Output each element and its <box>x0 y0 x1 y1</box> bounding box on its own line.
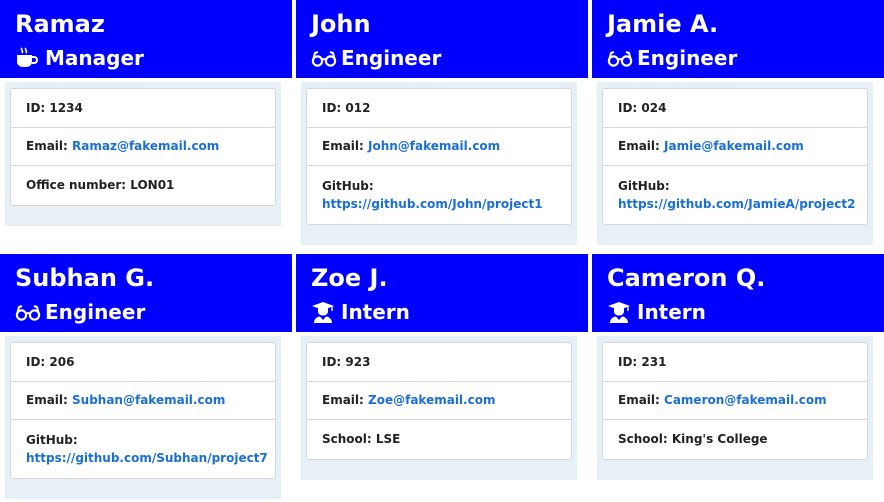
employee-name: Subhan G. <box>15 264 155 292</box>
email-item: Email: Subhan@fakemail.com <box>11 382 275 420</box>
id-item: ID: 024 <box>603 89 867 128</box>
glasses-icon <box>311 47 337 69</box>
email-label: Email: <box>26 393 73 408</box>
employee-role: Engineer <box>607 45 884 71</box>
card-body: ID: 1234 Email: Ramaz@fakemail.com Offic… <box>5 82 281 226</box>
email-item: Email: Zoe@fakemail.com <box>307 382 571 420</box>
card-header: Jamie A. Engineer <box>592 0 884 78</box>
coffee-icon <box>15 47 39 69</box>
employee-role: Intern <box>607 299 884 325</box>
card-header: Cameron Q. Intern <box>592 254 884 332</box>
glasses-icon <box>607 47 633 69</box>
role-label: Engineer <box>341 46 442 70</box>
email-link[interactable]: John@fakemail.com <box>368 139 500 153</box>
employee-card: John Engineer ID: 012 Email: John@fakema… <box>296 0 588 250</box>
card-body: ID: 024 Email: Jamie@fakemail.com GitHub… <box>597 82 873 245</box>
github-item: GitHub: https://github.com/Subhan/projec… <box>11 420 275 478</box>
github-link[interactable]: https://github.com/Subhan/project7 <box>26 451 268 465</box>
employee-card: Ramaz Manager ID: 1234 Email: Ramaz@fake… <box>0 0 292 250</box>
email-item: Email: Ramaz@fakemail.com <box>11 128 275 166</box>
info-list: ID: 231 Email: Cameron@fakemail.com Scho… <box>602 342 868 460</box>
github-link[interactable]: https://github.com/JamieA/project2 <box>618 197 855 211</box>
email-label: Email: <box>618 139 665 154</box>
employee-name: John <box>311 10 371 38</box>
id-item: ID: 012 <box>307 89 571 128</box>
info-list: ID: 923 Email: Zoe@fakemail.com School: … <box>306 342 572 460</box>
role-label: Manager <box>45 46 144 70</box>
employee-grid: Ramaz Manager ID: 1234 Email: Ramaz@fake… <box>0 0 884 502</box>
card-body: ID: 206 Email: Subhan@fakemail.com GitHu… <box>5 336 281 499</box>
card-header: Zoe J. Intern <box>296 254 588 332</box>
info-list: ID: 206 Email: Subhan@fakemail.com GitHu… <box>10 342 276 479</box>
role-label: Engineer <box>45 300 146 324</box>
email-link[interactable]: Cameron@fakemail.com <box>664 393 827 407</box>
email-item: Email: Jamie@fakemail.com <box>603 128 867 166</box>
employee-name: Cameron Q. <box>607 264 766 292</box>
employee-card: Jamie A. Engineer ID: 024 Email: Jamie@f… <box>592 0 884 250</box>
id-item: ID: 1234 <box>11 89 275 128</box>
card-header: John Engineer <box>296 0 588 78</box>
github-link[interactable]: https://github.com/John/project1 <box>322 197 556 211</box>
info-list: ID: 1234 Email: Ramaz@fakemail.com Offic… <box>10 88 276 206</box>
email-link[interactable]: Ramaz@fakemail.com <box>72 139 219 153</box>
office-number-item: Office number: LON01 <box>26 178 175 193</box>
info-list: ID: 024 Email: Jamie@fakemail.com GitHub… <box>602 88 868 225</box>
github-label: GitHub: <box>26 433 78 447</box>
card-body: ID: 012 Email: John@fakemail.com GitHub:… <box>301 82 577 245</box>
email-label: Email: <box>618 393 665 408</box>
employee-role: Intern <box>311 299 588 325</box>
role-label: Engineer <box>637 46 738 70</box>
employee-card: Zoe J. Intern ID: 923 Email: Zoe@fakemai… <box>296 254 588 502</box>
github-item: GitHub: https://github.com/John/project1 <box>307 166 571 224</box>
email-label: Email: <box>322 139 369 154</box>
employee-role: Manager <box>15 45 292 71</box>
card-body: ID: 231 Email: Cameron@fakemail.com Scho… <box>597 336 873 480</box>
github-label: GitHub: <box>322 179 374 193</box>
employee-card: Subhan G. Engineer ID: 206 Email: Subhan… <box>0 254 292 502</box>
id-item: ID: 206 <box>11 343 275 382</box>
school-item: School: LSE <box>322 432 401 447</box>
school-item: School: King's College <box>618 432 768 447</box>
email-item: Email: John@fakemail.com <box>307 128 571 166</box>
employee-role: Engineer <box>311 45 588 71</box>
employee-name: Jamie A. <box>607 10 719 38</box>
employee-role: Engineer <box>15 299 292 325</box>
card-header: Ramaz Manager <box>0 0 292 78</box>
github-item: GitHub: https://github.com/JamieA/projec… <box>603 166 867 224</box>
email-label: Email: <box>322 393 369 408</box>
card-header: Subhan G. Engineer <box>0 254 292 332</box>
email-link[interactable]: Subhan@fakemail.com <box>72 393 225 407</box>
employee-name: Ramaz <box>15 10 105 38</box>
graduate-icon <box>311 301 335 323</box>
role-label: Intern <box>637 300 706 324</box>
info-list: ID: 012 Email: John@fakemail.com GitHub:… <box>306 88 572 225</box>
id-item: ID: 923 <box>307 343 571 382</box>
card-body: ID: 923 Email: Zoe@fakemail.com School: … <box>301 336 577 480</box>
glasses-icon <box>15 301 41 323</box>
github-label: GitHub: <box>618 179 670 193</box>
employee-card: Cameron Q. Intern ID: 231 Email: Cameron… <box>592 254 884 502</box>
id-item: ID: 231 <box>603 343 867 382</box>
email-link[interactable]: Jamie@fakemail.com <box>664 139 804 153</box>
employee-name: Zoe J. <box>311 264 388 292</box>
role-label: Intern <box>341 300 410 324</box>
email-link[interactable]: Zoe@fakemail.com <box>368 393 495 407</box>
email-item: Email: Cameron@fakemail.com <box>603 382 867 420</box>
graduate-icon <box>607 301 631 323</box>
email-label: Email: <box>26 139 73 154</box>
